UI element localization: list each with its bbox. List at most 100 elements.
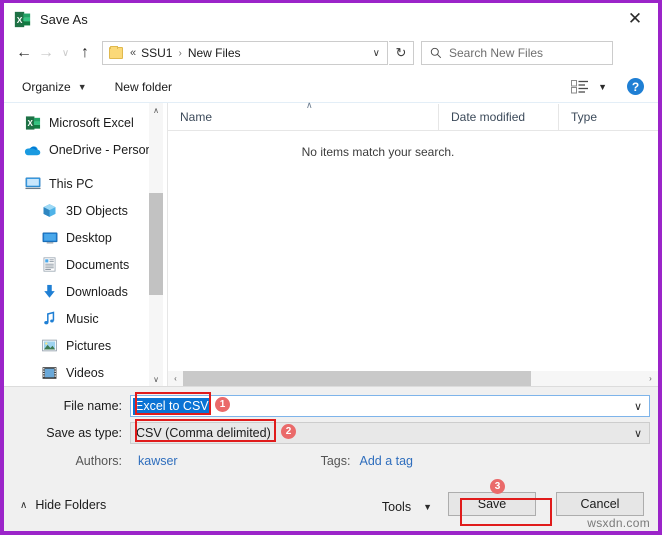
sidebar-item-downloads[interactable]: Downloads	[4, 278, 167, 305]
music-icon	[41, 310, 58, 327]
column-label: Type	[571, 110, 598, 124]
column-label: Date modified	[451, 110, 526, 124]
sidebar-item-label: 3D Objects	[66, 203, 128, 218]
recent-locations-icon[interactable]: ∨	[57, 38, 74, 68]
sidebar-scrollbar[interactable]: ∧ ∨	[149, 103, 163, 386]
dialog-body: X Microsoft Excel OneDrive - Personal Th…	[4, 100, 658, 386]
file-name-input[interactable]: Excel to CSV ∨	[130, 395, 650, 417]
sidebar-item-3d-objects[interactable]: 3D Objects	[4, 197, 167, 224]
downloads-icon	[41, 283, 58, 300]
sidebar-item-documents[interactable]: Documents	[4, 251, 167, 278]
breadcrumb-overflow[interactable]: «	[130, 47, 136, 59]
svg-text:X: X	[17, 14, 23, 24]
sidebar-item-desktop[interactable]: Desktop	[4, 224, 167, 251]
chevron-down-icon[interactable]: ∨	[373, 48, 380, 59]
sidebar-item-label: Music	[66, 311, 99, 326]
sort-ascending-icon: ∧	[306, 99, 313, 110]
chevron-down-icon[interactable]: ∨	[634, 400, 642, 413]
save-as-type-select[interactable]: CSV (Comma delimited) ∨	[130, 422, 650, 444]
authors-value[interactable]: kawser	[138, 454, 178, 468]
annotation-badge-2: 2	[281, 424, 296, 439]
sidebar-item-label: Videos	[66, 365, 104, 380]
sidebar-item-label: Downloads	[66, 284, 128, 299]
svg-text:X: X	[27, 118, 33, 127]
add-a-tag-link[interactable]: Add a tag	[359, 454, 413, 468]
breadcrumb-separator: ›	[178, 47, 182, 59]
watermark: wsxdn.com	[587, 516, 650, 530]
chevron-down-icon[interactable]: ▼	[598, 82, 607, 92]
column-header-row: Name ∧ Date modified Type	[168, 100, 658, 131]
organize-button[interactable]: Organize ▼	[16, 75, 93, 99]
breadcrumb-item-ssu1[interactable]: SSU1	[141, 46, 172, 60]
hide-folders-label: Hide Folders	[35, 498, 107, 512]
help-icon[interactable]: ?	[627, 78, 644, 95]
sidebar-item-this-pc[interactable]: This PC	[4, 170, 167, 197]
file-name-value: Excel to CSV	[133, 397, 211, 415]
scrollbar-thumb[interactable]	[149, 193, 163, 295]
new-folder-button[interactable]: New folder	[109, 75, 178, 99]
save-as-type-value: CSV (Comma delimited)	[136, 426, 271, 440]
scroll-left-icon[interactable]: ‹	[168, 371, 183, 386]
breadcrumb-item-new-files[interactable]: New Files	[188, 46, 241, 60]
column-header-date-modified[interactable]: Date modified	[438, 103, 558, 131]
sidebar-item-label: This PC	[49, 176, 94, 191]
command-toolbar: Organize ▼ New folder ▼ ?	[4, 71, 658, 103]
tools-label: Tools	[381, 500, 412, 514]
back-icon[interactable]: ←	[13, 38, 35, 68]
file-name-label: File name:	[63, 399, 122, 413]
save-form-panel: File name: Excel to CSV ∨ Save as type: …	[4, 386, 658, 531]
navigation-sidebar: X Microsoft Excel OneDrive - Personal Th…	[4, 103, 167, 386]
save-as-type-label: Save as type:	[46, 426, 122, 440]
chevron-down-icon[interactable]: ∨	[634, 427, 642, 440]
hide-folders-button[interactable]: ∧ Hide Folders	[20, 498, 106, 512]
scroll-up-icon[interactable]: ∧	[149, 103, 163, 117]
search-placeholder: Search New Files	[449, 46, 544, 60]
navigation-bar: ← → ∨ ↑ « SSU1 › New Files ∨ ↻ Search Ne…	[4, 35, 658, 71]
sidebar-item-label: Microsoft Excel	[49, 115, 134, 130]
refresh-icon[interactable]: ↻	[389, 41, 414, 65]
address-bar[interactable]: « SSU1 › New Files ∨	[102, 41, 388, 65]
search-input[interactable]: Search New Files	[421, 41, 613, 65]
cancel-button[interactable]: Cancel	[556, 492, 644, 516]
this-pc-icon	[24, 175, 41, 192]
file-list-horizontal-scrollbar[interactable]: ‹ ›	[168, 371, 658, 386]
scroll-right-icon[interactable]: ›	[643, 371, 658, 386]
sidebar-item-microsoft-excel[interactable]: X Microsoft Excel	[4, 109, 167, 136]
scrollbar-track[interactable]	[183, 371, 643, 386]
sidebar-item-music[interactable]: Music	[4, 305, 167, 332]
save-as-type-row: Save as type: CSV (Comma delimited) ∨	[4, 422, 650, 444]
column-label: Name	[180, 110, 213, 124]
sidebar-item-onedrive-personal[interactable]: OneDrive - Personal	[4, 136, 167, 163]
sidebar-item-label: Desktop	[66, 230, 112, 245]
title-bar: X Save As ✕	[4, 3, 658, 35]
onedrive-icon	[24, 141, 41, 158]
empty-state-message: No items match your search.	[301, 145, 455, 159]
documents-icon	[41, 256, 58, 273]
save-as-dialog: X Save As ✕ ← → ∨ ↑ « SSU1 › New Files ∨…	[0, 0, 662, 535]
file-list-pane: Name ∧ Date modified Type No items match…	[167, 100, 658, 386]
column-header-name[interactable]: Name ∧	[168, 100, 438, 131]
scrollbar-thumb[interactable]	[183, 371, 531, 386]
tags-label: Tags:	[320, 454, 351, 468]
chevron-down-icon: ▼	[77, 81, 87, 92]
close-icon[interactable]: ✕	[612, 3, 658, 34]
metadata-row: Authors: kawser Tags: Add a tag	[4, 451, 658, 471]
sidebar-item-pictures[interactable]: Pictures	[4, 332, 167, 359]
excel-icon: X	[24, 114, 41, 131]
tools-button[interactable]: Tools ▼	[382, 500, 432, 514]
desktop-icon	[41, 229, 58, 246]
annotation-badge-1: 1	[215, 397, 230, 412]
pictures-icon	[41, 337, 58, 354]
authors-label: Authors:	[75, 454, 122, 468]
up-icon[interactable]: ↑	[74, 38, 96, 68]
file-name-row: File name: Excel to CSV ∨	[4, 395, 650, 417]
excel-icon: X	[14, 11, 31, 27]
scroll-down-icon[interactable]: ∨	[149, 372, 163, 386]
forward-icon[interactable]: →	[35, 38, 57, 68]
3d-objects-icon	[41, 202, 58, 219]
organize-label: Organize	[22, 79, 71, 94]
column-header-type[interactable]: Type	[558, 103, 628, 131]
sidebar-item-videos[interactable]: Videos	[4, 359, 167, 386]
view-layout-icon[interactable]	[571, 79, 589, 95]
save-button[interactable]: Save	[448, 492, 536, 516]
